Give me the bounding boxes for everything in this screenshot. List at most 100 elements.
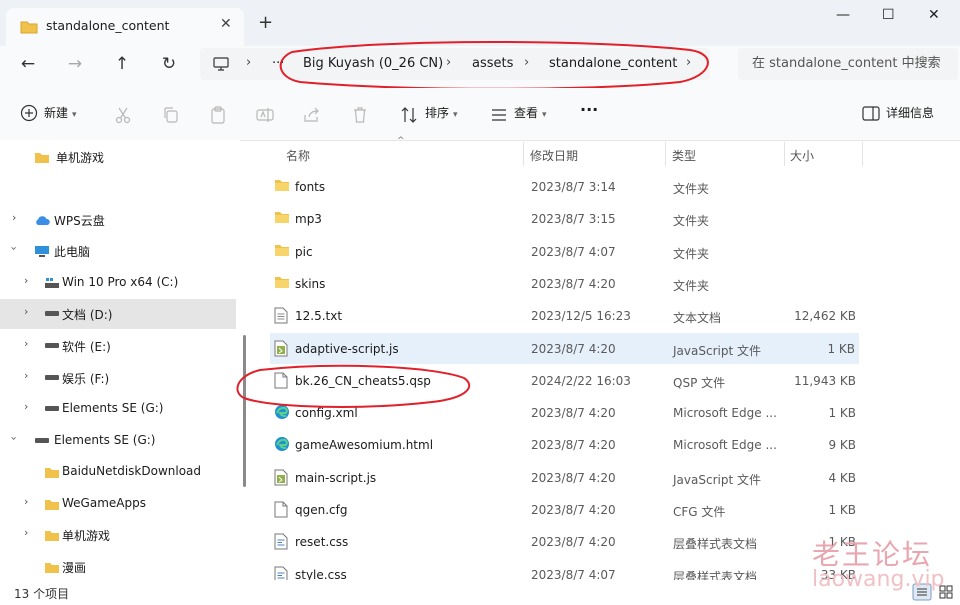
folder-icon <box>45 531 59 541</box>
chevron-right-icon[interactable]: › <box>24 369 28 382</box>
file-row[interactable]: bk.26_CN_cheats5.qsp 2024/2/22 16:03 QSP 文… <box>250 365 860 396</box>
chevron-down-icon[interactable]: › <box>8 246 21 250</box>
file-row[interactable]: gameAwesomium.html 2023/8/7 4:20 Microsoft… <box>250 429 860 460</box>
computer-icon <box>35 246 49 257</box>
column-divider[interactable] <box>665 142 666 166</box>
chevron-down-icon[interactable]: › <box>8 436 21 440</box>
sidebar-item-wegameapps[interactable]: › WeGameApps <box>0 489 236 519</box>
new-tab-button[interactable]: + <box>258 12 273 33</box>
sidebar-item-drive-f[interactable]: › 娱乐 (F:) <box>0 363 236 393</box>
refresh-icon[interactable]: ↻ <box>157 54 181 74</box>
view-button[interactable]: 查看 ▾ <box>514 104 547 124</box>
column-header-type[interactable]: 类型 <box>672 147 696 164</box>
copy-icon[interactable] <box>162 106 180 124</box>
more-options-button[interactable]: ··· <box>580 100 598 120</box>
breadcrumb-big-kuyash[interactable]: Big Kuyash (0_26 CN) <box>303 56 443 71</box>
cut-icon[interactable] <box>114 106 132 124</box>
sidebar-scrollbar[interactable] <box>243 335 246 487</box>
sidebar-item-drive-e[interactable]: › 软件 (E:) <box>0 331 236 361</box>
command-bar: 新建 ▾ 排序 ▾ 查看 ▾ ··· 详细信息 <box>0 88 960 141</box>
file-type: QSP 文件 <box>673 375 726 390</box>
maximize-button[interactable]: ☐ <box>882 7 895 23</box>
forward-arrow-icon[interactable]: → <box>63 54 87 74</box>
details-button[interactable]: 详细信息 <box>886 104 934 124</box>
tab-standalone-content[interactable]: standalone_content ✕ <box>6 8 244 46</box>
file-name: reset.css <box>295 535 349 550</box>
column-header-size[interactable]: 大小 <box>790 147 814 164</box>
file-type: Microsoft Edge ... <box>673 438 777 453</box>
file-row[interactable]: pic 2023/8/7 4:07 文件夹 <box>250 236 860 267</box>
chevron-right-icon[interactable]: › <box>24 337 28 350</box>
chevron-right-icon[interactable]: › <box>12 211 16 224</box>
file-row[interactable]: config.xml 2023/8/7 4:20 Microsoft Edge ..… <box>250 397 860 428</box>
chevron-right-icon[interactable]: › <box>24 495 28 508</box>
item-count: 13 个项目 <box>14 587 70 601</box>
file-row[interactable]: 12.5.txt 2023/12/5 16:23 文本文档 12,462 KB <box>250 300 860 331</box>
file-row[interactable]: mp3 2023/8/7 3:15 文件夹 <box>250 203 860 234</box>
navigation-row: ← → ↑ ↻ › ··· Big Kuyash (0_26 CN) › ass… <box>0 46 960 88</box>
sidebar-item-drive-c[interactable]: › Win 10 Pro x64 (C:) <box>0 268 236 298</box>
chevron-right-icon[interactable]: › <box>24 400 28 413</box>
search-input[interactable] <box>750 55 954 72</box>
search-box[interactable] <box>738 48 958 80</box>
title-bar: standalone_content ✕ + — ☐ ✕ <box>0 0 960 46</box>
rename-icon[interactable] <box>256 106 274 124</box>
new-button[interactable]: 新建 ▾ <box>44 104 77 124</box>
js-file-icon <box>274 469 288 489</box>
file-size: 1 KB <box>828 535 856 550</box>
chevron-right-icon[interactable]: › <box>24 305 28 318</box>
sidebar-item-label: 娱乐 (F:) <box>62 372 110 386</box>
folder-icon <box>274 275 290 292</box>
sidebar-item-baidunetdisk[interactable]: BaiduNetdiskDownload <box>0 457 236 487</box>
sidebar-item-single-player-games-g[interactable]: › 单机游戏 <box>0 520 236 550</box>
folder-icon <box>274 243 290 260</box>
delete-icon[interactable] <box>351 106 369 124</box>
file-size: 11,943 KB <box>794 373 856 388</box>
file-modified: 2023/8/7 4:20 <box>531 503 616 517</box>
file-row[interactable]: fonts 2023/8/7 3:14 文件夹 <box>250 171 860 202</box>
tiles-view-icon[interactable] <box>936 583 956 601</box>
chevron-right-icon[interactable]: › <box>24 526 28 539</box>
file-modified: 2023/12/5 16:23 <box>531 309 631 324</box>
chevron-down-icon: ▾ <box>542 110 547 120</box>
up-arrow-icon[interactable]: ↑ <box>110 54 134 74</box>
file-row[interactable]: reset.css 2023/8/7 4:20 层叠样式表文档 1 KB <box>250 526 860 557</box>
sidebar-item-drive-g[interactable]: › Elements SE (G:) <box>0 394 236 424</box>
sidebar-item-label: Win 10 Pro x64 (C:) <box>62 275 179 289</box>
file-row[interactable]: skins 2023/8/7 4:20 文件夹 <box>250 268 860 299</box>
breadcrumb-standalone-content[interactable]: standalone_content <box>549 56 677 71</box>
column-divider[interactable] <box>784 142 785 166</box>
sidebar-item-label: WPS云盘 <box>54 214 105 228</box>
sidebar-item-comics[interactable]: 漫画 <box>0 552 236 582</box>
file-row[interactable]: adaptive-script.js 2023/8/7 4:20 JavaScrip… <box>270 332 859 364</box>
css-file-icon <box>274 533 288 553</box>
column-header-modified[interactable]: 修改日期 <box>530 147 578 164</box>
back-arrow-icon[interactable]: ← <box>16 54 40 74</box>
sidebar-item-this-pc[interactable]: › 此电脑 <box>0 236 236 266</box>
minimize-button[interactable]: — <box>836 7 850 23</box>
view-button-label: 查看 <box>514 106 539 120</box>
address-bar[interactable]: › ··· Big Kuyash (0_26 CN) › assets › st… <box>200 48 710 80</box>
tab-close-icon[interactable]: ✕ <box>220 16 232 32</box>
sort-button[interactable]: 排序 ▾ <box>425 104 458 124</box>
file-name: adaptive-script.js <box>295 341 399 356</box>
column-divider[interactable] <box>862 142 863 166</box>
column-divider[interactable] <box>523 142 524 166</box>
sidebar-item-wps-cloud[interactable]: › WPS云盘 <box>0 205 236 235</box>
breadcrumb-assets[interactable]: assets <box>472 56 513 71</box>
column-header-name[interactable]: 名称 <box>286 147 310 164</box>
share-icon[interactable] <box>303 106 321 124</box>
breadcrumb-separator: › <box>524 55 530 70</box>
sidebar-item-elements-se[interactable]: › Elements SE (G:) <box>0 426 236 456</box>
file-row[interactable]: main-script.js 2023/8/7 4:20 JavaScript 文件… <box>250 462 860 493</box>
paste-icon[interactable] <box>209 106 227 124</box>
chevron-right-icon[interactable]: › <box>24 274 28 287</box>
sidebar-item-label: 单机游戏 <box>62 529 111 543</box>
breadcrumb-separator: › <box>686 55 692 70</box>
file-row[interactable]: qgen.cfg 2023/8/7 4:20 CFG 文件 1 KB <box>250 494 860 525</box>
sidebar-item-single-player-games[interactable]: 单机游戏 <box>0 142 236 172</box>
sidebar-item-drive-d[interactable]: › 文档 (D:) <box>0 299 236 329</box>
breadcrumb-overflow[interactable]: ··· <box>272 56 284 71</box>
close-window-button[interactable]: ✕ <box>928 7 940 23</box>
details-view-icon[interactable] <box>912 583 932 601</box>
